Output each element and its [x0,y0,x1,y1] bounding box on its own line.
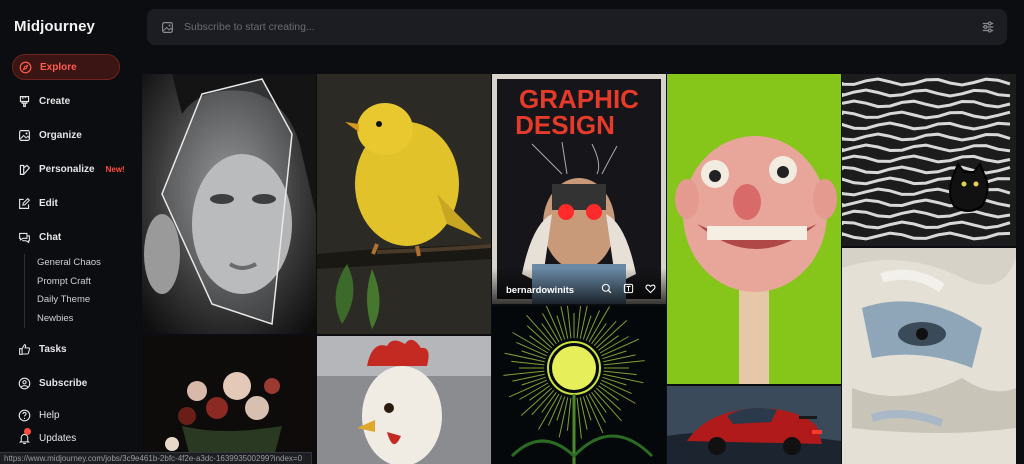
thumbs-up-icon [19,343,31,355]
sidebar-item-tasks[interactable]: Tasks [12,336,120,362]
image-icon[interactable] [161,21,174,34]
gallery-image-wavy-cat[interactable] [842,74,1016,246]
notification-dot [24,428,31,435]
compass-icon [19,61,32,73]
sidebar-item-explore[interactable]: Explore [12,54,120,80]
gallery-image-green-firework[interactable] [492,306,666,464]
sidebar-item-personalize[interactable]: Personalize New! [12,156,125,182]
sidebar-item-label: Subscribe [39,377,88,389]
gallery-image-rooster[interactable] [317,336,491,464]
gallery-image-impasto-face[interactable] [842,248,1016,464]
chat-channel-prompt-craft[interactable]: Prompt Craft [37,273,128,292]
settings-sliders-icon[interactable] [981,20,995,34]
sidebar-item-label: Organize [39,129,82,141]
image-hover-overlay: bernardowinits [492,268,666,304]
palette-icon [19,164,31,175]
browser-status-url: https://www.midjourney.com/jobs/3c9e461b… [0,452,312,464]
heart-icon[interactable] [642,280,658,296]
sidebar-item-edit[interactable]: Edit [12,190,120,216]
sidebar-item-subscribe[interactable]: Subscribe [12,370,120,396]
brush-icon [19,95,30,107]
sidebar-item-label: Tasks [39,343,67,355]
search-input[interactable]: Subscribe to start creating... [184,21,315,33]
sidebar-item-create[interactable]: Create [12,88,120,114]
author-name[interactable]: bernardowinits [506,285,592,296]
sidebar: Midjourney Explore Create Organize Perso… [0,0,136,464]
gallery-image-glass-portrait[interactable] [142,74,316,334]
sidebar-item-chat[interactable]: Chat [12,224,120,250]
sidebar-item-label: Help [39,409,60,421]
chat-channel-general-chaos[interactable]: General Chaos [37,254,128,273]
chat-channel-list: General Chaos Prompt Craft Daily Theme N… [24,254,128,328]
sidebar-item-label: Create [39,95,71,107]
new-badge: New! [105,164,125,174]
chat-channel-newbies[interactable]: Newbies [37,310,128,329]
text-prompt-icon[interactable] [620,280,636,296]
prompt-bar[interactable]: Subscribe to start creating... [147,9,1007,45]
gallery-image-graphic-design[interactable]: GRAPHIC DESIGN bernardowinits [492,74,666,304]
gallery-image-felt-puppet[interactable] [667,74,841,384]
poster-title-line2: DESIGN [515,110,615,140]
sidebar-item-label: Chat [39,231,62,243]
search-icon[interactable] [598,280,614,296]
help-icon [18,409,31,421]
app-logo[interactable]: Midjourney [14,18,95,35]
sidebar-item-label: Updates [39,432,77,444]
gallery-image-yellow-bird[interactable] [317,74,491,334]
gallery-image-sports-car[interactable] [667,386,841,464]
sidebar-item-label: Explore [40,61,77,73]
edit-icon [19,197,31,209]
gallery-image-dark-roses[interactable] [142,336,316,464]
sidebar-item-label: Edit [39,197,58,209]
sidebar-item-organize[interactable]: Organize [12,122,120,148]
sidebar-item-label: Personalize [39,163,95,175]
chat-channel-daily-theme[interactable]: Daily Theme [37,291,128,310]
image-icon [19,129,30,141]
user-circle-icon [18,377,31,389]
chat-icon [19,232,30,243]
